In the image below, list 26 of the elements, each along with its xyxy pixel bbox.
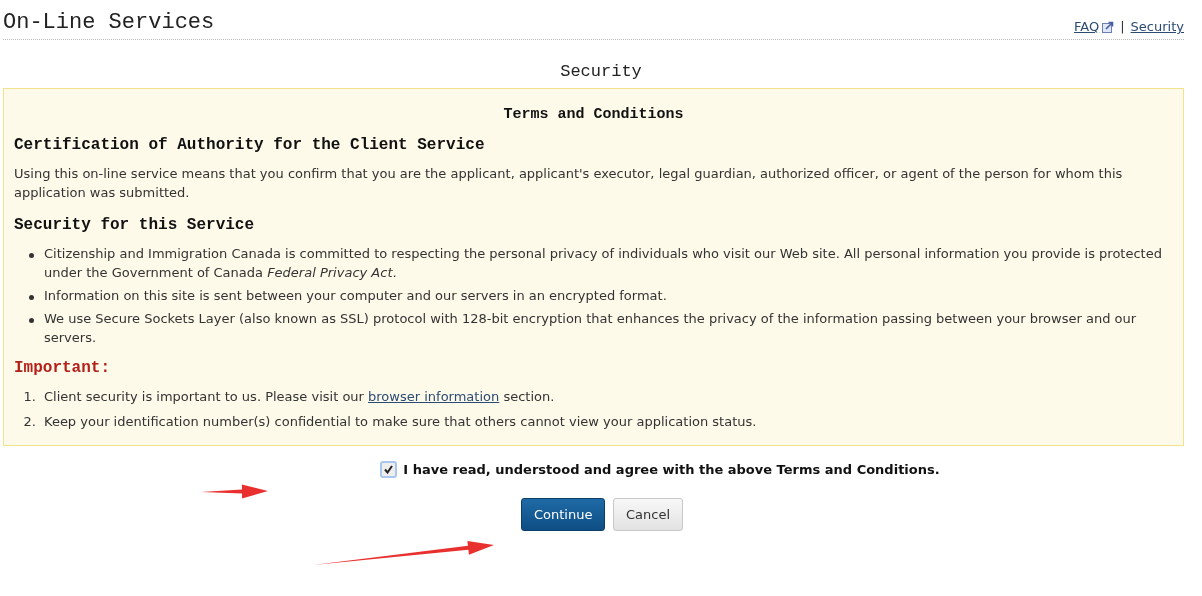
bullet-icon	[29, 253, 34, 258]
link-separator: |	[1120, 19, 1125, 34]
list-number: 2.	[22, 413, 36, 431]
header-link[interactable]: Security	[1130, 19, 1184, 34]
page-title: Security	[560, 62, 642, 81]
bullet-text: We use Secure Sockets Layer (also known as SSL) protocol with 128-bit encryption that enhances the privacy of the information passing between your browser and our servers.	[44, 310, 1138, 347]
list-number: 1.	[22, 388, 36, 406]
bullet-text: Information on this site is sent between your computer and our servers in an encrypted format.	[44, 287, 667, 305]
continue-button[interactable]: Continue	[521, 498, 605, 531]
checkmark-icon	[384, 465, 394, 474]
site-title: On-Line Services	[3, 10, 215, 35]
header-link[interactable]: FAQ	[1074, 19, 1115, 34]
agree-label: I have read, understood and agree with the above Terms and Conditions.	[403, 462, 940, 477]
list-text: Keep your identification number(s) confidential to make sure that others cannot view your application status.	[44, 413, 757, 431]
browser-info-link[interactable]: browser information	[368, 389, 500, 404]
section-heading: Security for this Service	[14, 216, 255, 234]
section-heading: Certification of Authority for the Client Service	[14, 136, 485, 154]
terms-title: Terms and Conditions	[503, 106, 684, 123]
section-paragraph: Using this on-line service means that you confirm that you are the applicant, applicant's executor, legal guardian, authorized officer, or agent of the person for whom this application was submitted.	[14, 165, 1124, 202]
bullet-icon	[29, 295, 34, 300]
bullet-icon	[29, 318, 34, 323]
bullet-text: Citizenship and Immigration Canada is committed to respecting the personal privacy of individuals who visit our Web site. All personal information you provide is protected under the Government of Canada Federal Privacy Act.	[44, 245, 1163, 282]
important-heading: Important:	[14, 359, 110, 377]
cancel-button[interactable]: Cancel	[613, 498, 683, 531]
list-text: Client security is important to us. Please visit our browser information section.	[44, 388, 555, 406]
agree-checkbox[interactable]	[380, 461, 398, 478]
